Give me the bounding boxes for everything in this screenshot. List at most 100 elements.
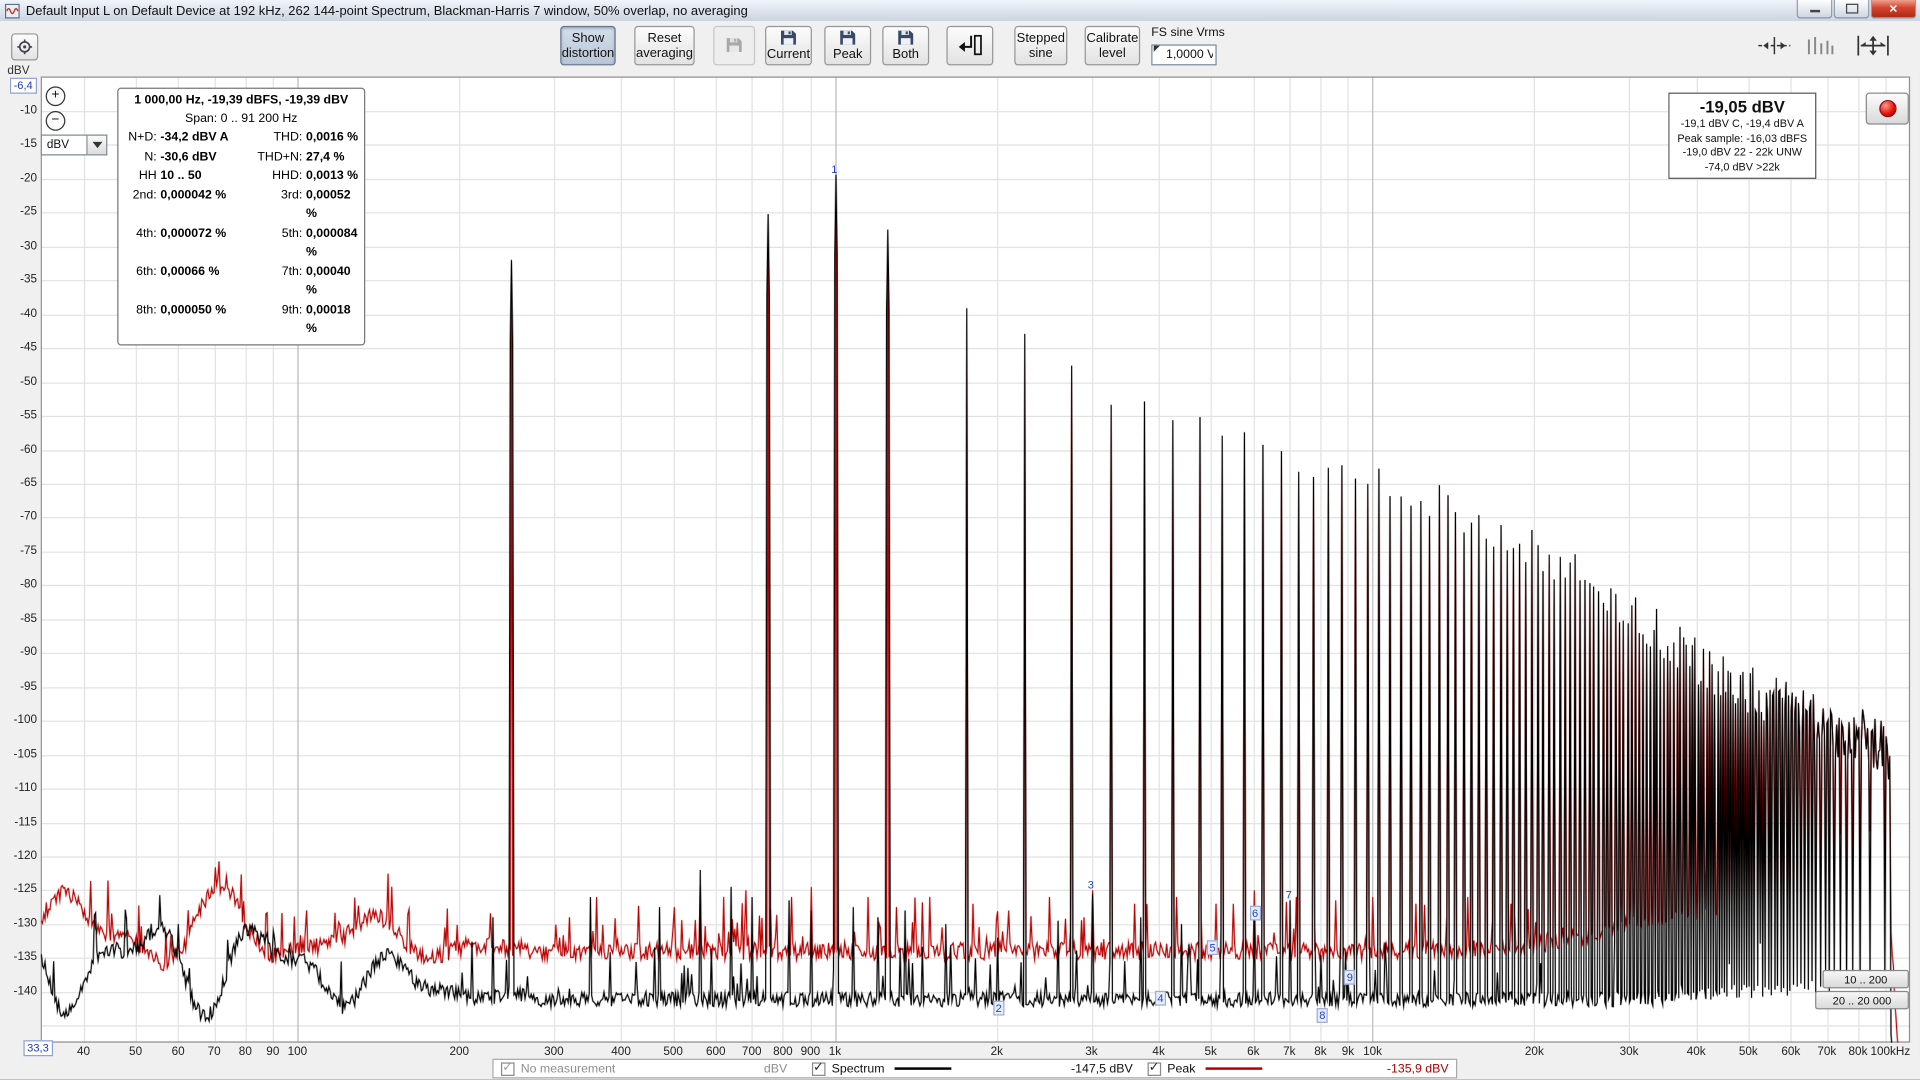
level-line5: -74,0 dBV >22k	[1671, 160, 1814, 174]
x-tick-label: 40k	[1669, 1045, 1723, 1059]
info-cell: 0,0013 %	[306, 167, 359, 186]
close-button[interactable]	[1871, 0, 1917, 19]
info-cell: 9th:	[249, 300, 306, 338]
info-cell: 2nd:	[123, 186, 160, 224]
info-cell: 7th:	[249, 262, 306, 300]
info-cell: 8th:	[123, 300, 160, 338]
minimize-button[interactable]	[1797, 0, 1833, 19]
zoom-in-button[interactable]: +	[46, 86, 66, 106]
y-tick-label: -15	[1, 138, 37, 152]
no-measurement-checkbox[interactable]	[501, 1062, 515, 1076]
spectral-lines-button[interactable]	[1800, 30, 1839, 62]
record-icon	[1879, 100, 1896, 117]
titlebar[interactable]: Default Input L on Default Device at 192…	[0, 0, 1920, 22]
save-both-label: Both	[892, 47, 919, 62]
unit-selector[interactable]: dBV	[41, 134, 108, 155]
info-cell: 27,4 %	[306, 147, 359, 166]
save-peak-button[interactable]: Peak	[824, 26, 871, 65]
spectrum-checkbox[interactable]	[812, 1062, 826, 1076]
show-distortion-button[interactable]: Show distortion	[560, 26, 616, 65]
info-cell: HHD:	[249, 167, 306, 186]
spectrum-cursor-value: -147,5 dBV	[1071, 1062, 1133, 1076]
stepped-sine-button[interactable]: Stepped sine	[1014, 26, 1067, 65]
save-wav-button	[713, 26, 755, 65]
reset-averaging-button[interactable]: Reset averaging	[634, 26, 694, 65]
maximize-button[interactable]	[1834, 0, 1870, 19]
y-tick-label: -65	[1, 476, 37, 490]
range-10-200-button[interactable]: 10 .. 200	[1823, 970, 1909, 989]
info-cell: N+D:	[123, 128, 160, 147]
info-cell: THD:	[249, 128, 306, 147]
x-tick-label: 200	[432, 1045, 486, 1059]
info-cell: -30,6 dBV	[160, 147, 249, 166]
unit-selector-value: dBV	[41, 134, 88, 155]
peak-cursor-value: -135,9 dBV	[1387, 1062, 1449, 1076]
vertical-bars-icon	[1805, 35, 1835, 57]
disk-icon	[839, 30, 856, 46]
expand-arrows-icon	[1855, 33, 1892, 58]
y-tick-label: -45	[1, 341, 37, 355]
y-tick-label: -30	[1, 239, 37, 253]
y-tick-label: -85	[1, 612, 37, 626]
reset-averaging-label: Reset averaging	[636, 31, 693, 61]
info-cell: 0,000050 %	[160, 300, 249, 338]
device-settings-button[interactable]	[11, 33, 38, 60]
x-tick-label: 1k	[808, 1045, 862, 1059]
y-tick-label: -110	[1, 781, 37, 795]
peak-checkbox[interactable]	[1148, 1062, 1162, 1076]
disk-icon	[897, 30, 914, 46]
status-bar: No measurement dBV Spectrum -147,5 dBV P…	[0, 1059, 1920, 1080]
level-line3: Peak sample: -16,03 dBFS	[1671, 131, 1814, 145]
cursor-readout-button[interactable]	[1752, 30, 1796, 62]
peak-line-swatch	[1205, 1067, 1262, 1069]
info-cell: 0,0016 %	[306, 128, 359, 147]
range-20-20000-button[interactable]: 20 .. 20 000	[1815, 991, 1909, 1010]
info-cell: N:	[123, 147, 160, 166]
info-cell: 3rd:	[249, 186, 306, 224]
disk-gray-icon	[726, 37, 743, 53]
toolbar: Show distortion Reset averaging Current	[0, 21, 1920, 72]
harmonic-marker-6: 6	[1250, 906, 1261, 921]
show-distortion-label: Show distortion	[562, 31, 615, 61]
y-tick-label: -60	[1, 442, 37, 456]
x-tick-label: 10k	[1345, 1045, 1399, 1059]
info-cell: HH	[123, 167, 160, 186]
y-tick-label: -130	[1, 917, 37, 931]
info-cell: 10 .. 50	[160, 167, 249, 186]
info-cell: THD+N:	[249, 147, 306, 166]
x-tick-label: 2k	[970, 1045, 1024, 1059]
measurement-info-box: 1 000,00 Hz, -19,39 dBFS, -19,39 dBV Spa…	[117, 88, 365, 345]
level-line4: -19,0 dBV 22 - 22k UNW	[1671, 146, 1814, 160]
y-tick-label: -105	[1, 747, 37, 761]
info-cell: 0,000072 %	[160, 224, 249, 262]
save-current-button[interactable]: Current	[765, 26, 812, 65]
info-cell: 4th:	[123, 224, 160, 262]
y-tick-label: -90	[1, 646, 37, 660]
level-line2: -19,1 dBV C, -19,4 dBV A	[1671, 117, 1814, 131]
calibrate-level-label: Calibrate level	[1086, 31, 1138, 61]
info-cell: 0,000084 %	[306, 224, 359, 262]
stepped-sine-label: Stepped sine	[1017, 31, 1065, 61]
calibrate-level-button[interactable]: Calibrate level	[1085, 26, 1141, 65]
spectrum-legend-label: Spectrum	[832, 1062, 885, 1076]
zoom-out-button[interactable]: −	[46, 111, 66, 131]
spectrum-analyzer-window: Default Input L on Default Device at 192…	[0, 0, 1920, 1080]
record-button[interactable]	[1866, 93, 1909, 125]
x-tick-label: 100kHz	[1863, 1045, 1917, 1059]
y-tick-label: -140	[1, 984, 37, 998]
y-tick-label: -70	[1, 510, 37, 524]
fit-scale-button[interactable]	[1851, 30, 1895, 62]
cursor-readout-icon	[1756, 35, 1793, 57]
x-tick-label: 400	[594, 1045, 648, 1059]
info-fundamental-line: 1 000,00 Hz, -19,39 dBFS, -19,39 dBV	[123, 93, 359, 111]
y-tick-label: -115	[1, 815, 37, 829]
y-tick-label: -55	[1, 409, 37, 423]
harmonic-marker-7: 7	[1286, 889, 1292, 901]
fs-sine-input[interactable]	[1151, 44, 1216, 65]
save-both-button[interactable]: Both	[882, 26, 929, 65]
save-peak-label: Peak	[833, 47, 863, 62]
harmonic-marker-2: 2	[993, 1001, 1004, 1016]
chevron-down-icon[interactable]	[88, 134, 108, 155]
signal-route-button[interactable]	[946, 26, 993, 65]
fs-sine-label: FS sine Vrms	[1151, 26, 1225, 40]
